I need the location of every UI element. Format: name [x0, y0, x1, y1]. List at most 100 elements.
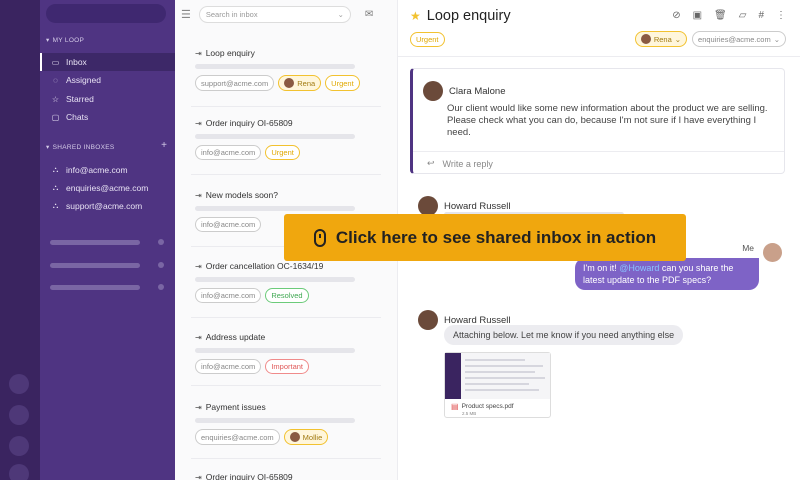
- assignee-tag: Rena: [278, 75, 322, 91]
- team-icon: ⛬: [52, 183, 59, 192]
- star-icon[interactable]: ★: [410, 9, 421, 23]
- sidebar-placeholder: [50, 240, 140, 245]
- divider: [191, 174, 381, 175]
- chevron-down-icon: ⌄: [674, 34, 682, 44]
- add-inbox-icon[interactable]: +: [161, 140, 167, 151]
- sidebar-placeholder-dot: [158, 239, 164, 245]
- message-body: Our client would like some new informati…: [447, 103, 768, 138]
- sidebar-item-support-inbox[interactable]: ⛬ support@acme.com: [40, 197, 175, 215]
- cta-banner[interactable]: Click here to see shared inbox in action: [284, 214, 686, 261]
- divider: [398, 56, 800, 57]
- preview-placeholder: [195, 134, 355, 139]
- inbox-tag: info@acme.com: [195, 359, 262, 374]
- chat-icon: ▢: [51, 112, 60, 122]
- app-window: ▾ MY LOOP ▭ Inbox ◌ Assigned ☆ Starred ▢…: [0, 0, 800, 480]
- sidebar-placeholder: [50, 263, 140, 268]
- sidebar-item-assigned[interactable]: ◌ Assigned: [40, 71, 175, 89]
- chevron-down-icon: ▾: [46, 144, 50, 151]
- inbox-tag: support@acme.com: [195, 75, 275, 91]
- sidebar-placeholder: [50, 285, 140, 290]
- list-item[interactable]: ⇥ Payment issues enquiries@acme.com Molli…: [191, 402, 385, 459]
- my-loop-section[interactable]: ▾ MY LOOP: [46, 36, 84, 45]
- star-icon: ☆: [51, 94, 60, 104]
- list-item[interactable]: ⇥ Order inquiry OI-65809 info@acme.com Ur…: [191, 118, 385, 175]
- pdf-icon: ▤: [451, 402, 459, 411]
- workspace-avatar[interactable]: [9, 374, 29, 394]
- trash-icon[interactable]: 🗑: [714, 10, 727, 21]
- inbox-icon: ▭: [51, 57, 60, 67]
- sidebar-item-enquiries-inbox[interactable]: ⛬ enquiries@acme.com: [40, 179, 175, 197]
- preview-placeholder: [195, 348, 355, 353]
- avatar: [418, 310, 438, 330]
- chat-bubble: Attaching below. Let me know if you need…: [444, 325, 684, 345]
- inbox-tag: enquiries@acme.com: [195, 429, 280, 445]
- attachment-name: ▤ Product specs.pdf: [451, 402, 514, 411]
- preview-placeholder: [195, 418, 355, 423]
- avatar: [418, 196, 438, 216]
- status-badge: Resolved: [265, 288, 309, 303]
- workspace-avatar[interactable]: [9, 464, 29, 480]
- search-input[interactable]: Search in inbox ⌄: [198, 5, 351, 23]
- chat-bubble-own: I'm on it! @Howard can you share the lat…: [575, 258, 759, 290]
- avatar: [423, 81, 443, 101]
- archive-icon[interactable]: ▣: [693, 10, 702, 21]
- avatar: [640, 34, 651, 44]
- inbox-tag: info@acme.com: [195, 288, 262, 303]
- preview-placeholder: [195, 277, 355, 282]
- hashtag-icon[interactable]: #: [758, 10, 764, 21]
- folder-icon[interactable]: ▱: [739, 10, 747, 21]
- conversation-tags: Rena ⌄ enquiries@acme.com ⌄: [634, 31, 786, 47]
- sidebar-item-inbox[interactable]: ▭ Inbox: [40, 53, 175, 71]
- sidebar-item-info-inbox[interactable]: ⛬ info@acme.com: [40, 161, 175, 179]
- avatar: [289, 432, 300, 442]
- status-badge: Important: [265, 359, 309, 374]
- sidebar-search[interactable]: [46, 4, 166, 23]
- message-header: Clara Malone: [423, 81, 506, 101]
- more-icon[interactable]: ⋮: [776, 10, 786, 21]
- chevron-down-icon: ▾: [46, 37, 50, 44]
- inbound-icon: ⇥: [195, 118, 202, 128]
- sidebar-placeholder-dot: [158, 284, 164, 290]
- list-item[interactable]: ⇥ Order inquiry OI-65809: [195, 472, 385, 480]
- attachment-card[interactable]: ▤ Product specs.pdf 2.5 MB: [444, 352, 551, 418]
- sidebar-item-starred[interactable]: ☆ Starred: [40, 90, 175, 108]
- assignee-tag: Mollie: [283, 429, 329, 445]
- email-message: Clara Malone Our client would like some …: [410, 68, 785, 174]
- inbound-icon: ⇥: [195, 332, 202, 342]
- status-badge[interactable]: Urgent: [410, 32, 445, 47]
- workspace-avatar[interactable]: [9, 405, 29, 425]
- preview-placeholder: [195, 206, 355, 211]
- sidebar-item-chats[interactable]: ▢ Chats: [40, 108, 175, 126]
- reply-button[interactable]: ↩ Write a reply: [427, 158, 493, 169]
- inbound-icon: ⇥: [195, 48, 202, 58]
- menu-icon[interactable]: ☰: [181, 8, 191, 21]
- avatar: [284, 78, 295, 88]
- conversation-title: ★ Loop enquiry: [410, 8, 511, 24]
- attachment-size: 2.5 MB: [462, 411, 477, 416]
- compose-icon[interactable]: ✉: [365, 9, 373, 20]
- chevron-down-icon: ⌄: [337, 9, 344, 19]
- shared-inboxes-section[interactable]: ▾ SHARED INBOXES: [46, 143, 115, 152]
- chevron-down-icon: ⌄: [773, 34, 780, 44]
- sidebar: ▾ MY LOOP ▭ Inbox ◌ Assigned ☆ Starred ▢…: [40, 0, 175, 480]
- mute-icon[interactable]: ⊘: [672, 10, 680, 21]
- inbox-dropdown[interactable]: enquiries@acme.com ⌄: [692, 31, 786, 47]
- list-item[interactable]: ⇥ Loop enquiry support@acme.com Rena Urge…: [191, 48, 385, 107]
- preview-placeholder: [195, 64, 355, 69]
- list-item[interactable]: ⇥ Address update info@acme.com Important: [191, 332, 385, 386]
- toolbar: ⊘ ▣ 🗑 ▱ # ⋮: [672, 10, 786, 21]
- inbound-icon: ⇥: [195, 190, 202, 200]
- inbox-tag: info@acme.com: [195, 145, 262, 160]
- assignee-dropdown[interactable]: Rena ⌄: [634, 31, 688, 47]
- inbox-tag: info@acme.com: [195, 217, 262, 232]
- workspace-avatar[interactable]: [9, 436, 29, 456]
- workspace-rail: [0, 0, 40, 480]
- mention[interactable]: @Howard: [619, 263, 659, 273]
- status-badge: Urgent: [265, 145, 300, 160]
- inbound-icon: ⇥: [195, 402, 202, 412]
- avatar: [763, 243, 782, 262]
- divider: [191, 385, 381, 386]
- reply-icon: ↩: [427, 158, 435, 168]
- list-item[interactable]: ⇥ Order cancellation OC-1634/19 info@acme…: [191, 261, 385, 318]
- inbound-icon: ⇥: [195, 472, 202, 480]
